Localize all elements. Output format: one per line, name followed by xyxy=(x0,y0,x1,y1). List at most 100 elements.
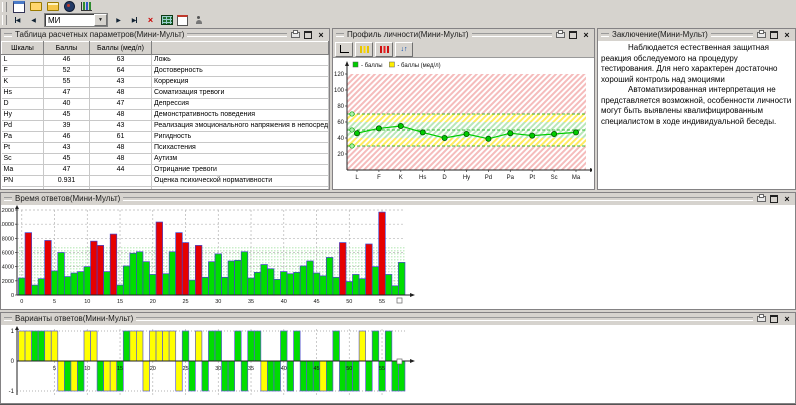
answer-bar-no xyxy=(366,361,373,391)
svg-text:Pd: Pd xyxy=(485,175,492,181)
table-row[interactable]: Sc4548Аутизм xyxy=(2,154,329,165)
conclusion-paragraph: Автоматизированная интерпретация не пред… xyxy=(601,85,792,127)
time-bar xyxy=(333,277,340,295)
answer-bar-yes xyxy=(136,331,143,361)
client-card-button[interactable] xyxy=(191,15,206,26)
answer-bar-yes xyxy=(248,331,255,361)
report-view-button[interactable] xyxy=(175,15,190,26)
svg-text:10: 10 xyxy=(84,299,90,305)
time-bar xyxy=(143,262,150,295)
table-row[interactable]: Hy4548Демонстративность поведения xyxy=(2,110,329,121)
last-record-button[interactable]: ▶ xyxy=(127,14,142,26)
answer-bar-yes xyxy=(32,331,39,361)
table-row[interactable]: L4663Ложь xyxy=(2,55,329,66)
svg-text:K: K xyxy=(399,175,403,181)
close-icon[interactable]: × xyxy=(316,30,326,40)
conclusion-panel: Заключение(Мини-Мульт) × Наблюдается ест… xyxy=(597,28,796,190)
parameters-panel-title: Таблица расчетных параметров(Мини-Мульт) xyxy=(15,31,184,39)
answer-bar-yes xyxy=(130,331,137,361)
svg-text:35: 35 xyxy=(248,299,254,305)
time-bar xyxy=(267,269,274,295)
answer-bar-yes xyxy=(372,331,379,361)
folder-open-icon xyxy=(30,2,42,11)
new-window-button[interactable] xyxy=(11,1,26,12)
profile-data-point xyxy=(508,131,513,136)
next-record-button[interactable]: ▶ xyxy=(111,14,126,26)
time-bar xyxy=(228,261,235,295)
table-row[interactable]: Pa4661Ригидность xyxy=(2,132,329,143)
table-row[interactable]: Ma4744Отрицание тревоги xyxy=(2,165,329,176)
chart-type-bars-yellow-button[interactable] xyxy=(355,42,373,57)
archive-button[interactable] xyxy=(45,1,60,12)
table-row[interactable]: Pd3943Реализация эмоционального напряжен… xyxy=(2,121,329,132)
column-header[interactable]: Шкалы xyxy=(2,42,44,55)
svg-text:D: D xyxy=(442,175,447,181)
close-icon[interactable]: × xyxy=(782,30,792,40)
maximize-icon[interactable] xyxy=(769,30,779,40)
chart-button[interactable] xyxy=(79,1,94,12)
delete-record-button[interactable]: × xyxy=(143,14,158,26)
time-bar xyxy=(77,272,84,295)
open-button[interactable] xyxy=(28,1,43,12)
answer-bar-yes xyxy=(91,331,98,361)
print-icon[interactable] xyxy=(756,30,766,40)
answer-bar-no xyxy=(202,361,209,391)
time-bar xyxy=(104,272,111,295)
prev-record-button[interactable]: ◀ xyxy=(26,14,41,26)
maximize-icon[interactable] xyxy=(303,30,313,40)
toolbar-grip[interactable] xyxy=(2,15,7,25)
column-header[interactable] xyxy=(152,42,329,55)
record-combobox[interactable]: МИ ▼ xyxy=(44,13,108,27)
table-row[interactable]: Pt4348Психастения xyxy=(2,143,329,154)
conclusion-paragraph: Наблюдается естественная защитная реакци… xyxy=(601,43,792,85)
time-bar xyxy=(32,285,39,295)
svg-text:15: 15 xyxy=(117,299,123,305)
chart-type-bars-red-button[interactable] xyxy=(375,42,393,57)
profile-data-point xyxy=(552,131,557,136)
time-bar xyxy=(353,274,360,295)
answer-bar-no xyxy=(339,361,346,391)
maximize-icon[interactable] xyxy=(769,194,779,204)
close-icon[interactable]: × xyxy=(782,314,792,324)
answer-bar-no xyxy=(307,361,314,391)
maximize-icon[interactable] xyxy=(568,30,578,40)
print-icon[interactable] xyxy=(555,30,565,40)
conclusion-text: Наблюдается естественная защитная реакци… xyxy=(598,41,795,189)
table-icon xyxy=(161,15,173,25)
table-row[interactable]: D4047Депрессия xyxy=(2,99,329,110)
column-header[interactable]: Баллы xyxy=(44,42,90,55)
sort-arrows-icon: ↓↑ xyxy=(401,46,408,53)
close-icon[interactable]: × xyxy=(782,194,792,204)
chevron-down-icon[interactable]: ▼ xyxy=(94,14,107,26)
answer-bar-yes xyxy=(281,331,288,361)
profile-panel: Профиль личности(Мини-Мульт) × ↓↑ 204060… xyxy=(332,28,595,190)
table-row[interactable]: Hs4748Соматизация тревоги xyxy=(2,88,329,99)
print-icon[interactable] xyxy=(756,194,766,204)
print-icon[interactable] xyxy=(756,314,766,324)
table-row[interactable]: K5543Коррекция xyxy=(2,77,329,88)
table-row[interactable]: F5264Достоверность xyxy=(2,66,329,77)
globe-button[interactable] xyxy=(62,1,77,12)
column-header[interactable]: Баллы (мед/л) xyxy=(90,42,152,55)
time-bar-slow xyxy=(339,243,346,295)
maximize-icon[interactable] xyxy=(769,314,779,324)
chart-type-line-button[interactable] xyxy=(335,42,353,57)
legend-swatch xyxy=(389,62,394,67)
answer-bar-no xyxy=(77,361,84,391)
close-icon[interactable]: × xyxy=(581,30,591,40)
svg-text:5: 5 xyxy=(53,366,56,372)
svg-text:20: 20 xyxy=(150,366,156,372)
table-row[interactable]: PN0.931Оценка психической нормативности xyxy=(2,176,329,187)
sort-button[interactable]: ↓↑ xyxy=(395,42,413,57)
print-icon[interactable] xyxy=(290,30,300,40)
toolbar-grip[interactable] xyxy=(2,2,7,12)
time-bar xyxy=(385,274,392,295)
time-bar-slow xyxy=(366,244,373,295)
time-bar xyxy=(169,252,176,295)
first-record-button[interactable]: ◀ xyxy=(10,14,25,26)
svg-text:25: 25 xyxy=(182,299,188,305)
table-view-button[interactable] xyxy=(159,15,174,26)
svg-text:20: 20 xyxy=(150,299,156,305)
answer-bar-no xyxy=(228,361,235,391)
profile-chart-area: 20406080100120LFKHsDHyPdPaPtScMa- баллы-… xyxy=(333,58,594,189)
